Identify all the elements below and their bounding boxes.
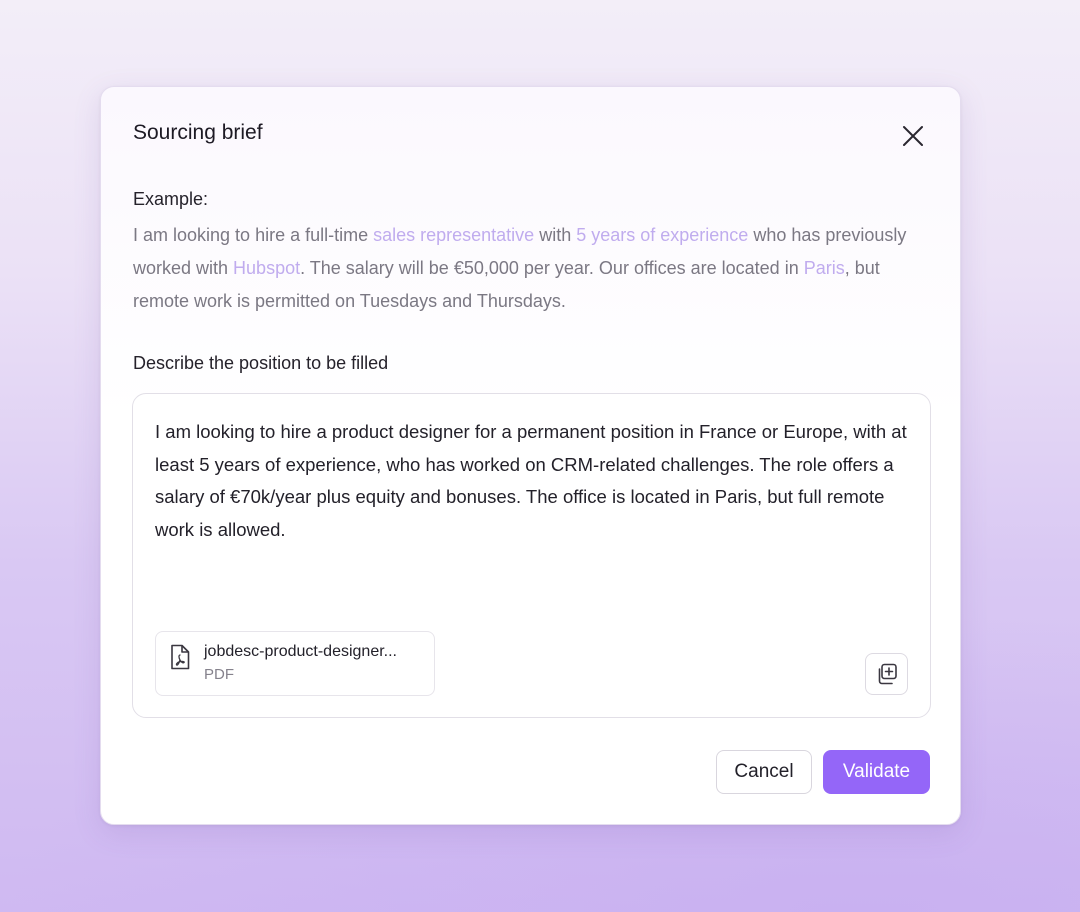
add-file-icon [878, 663, 897, 685]
description-value[interactable]: I am looking to hire a product designer … [155, 416, 915, 546]
attachment-file-name: jobdesc-product-designer... [204, 643, 397, 660]
description-textarea[interactable]: I am looking to hire a product designer … [132, 393, 931, 718]
attachment-file-type: PDF [204, 666, 234, 683]
cancel-button[interactable]: Cancel [716, 750, 812, 794]
sourcing-brief-dialog: Sourcing brief Example: I am looking to … [100, 86, 961, 825]
example-segment: I am looking to hire a full-time [133, 225, 374, 245]
example-segment: . The salary will be €50,000 per year. O… [300, 258, 804, 278]
dialog-title: Sourcing brief [133, 121, 263, 144]
attachment-card[interactable]: jobdesc-product-designer... PDF [155, 631, 435, 696]
example-text: I am looking to hire a full-time sales r… [133, 219, 923, 318]
example-highlight: Paris [803, 258, 845, 278]
example-highlight: Hubspot [233, 258, 301, 278]
add-file-button[interactable] [865, 653, 908, 695]
example-label: Example: [133, 189, 209, 209]
validate-button[interactable]: Validate [823, 750, 930, 794]
pdf-file-icon [171, 644, 190, 670]
close-icon [903, 126, 923, 146]
example-highlight: sales representative [373, 225, 535, 245]
close-button[interactable] [897, 120, 929, 152]
example-segment: with [534, 225, 577, 245]
description-label: Describe the position to be filled [133, 353, 389, 373]
example-highlight: 5 years of experience [576, 225, 749, 245]
